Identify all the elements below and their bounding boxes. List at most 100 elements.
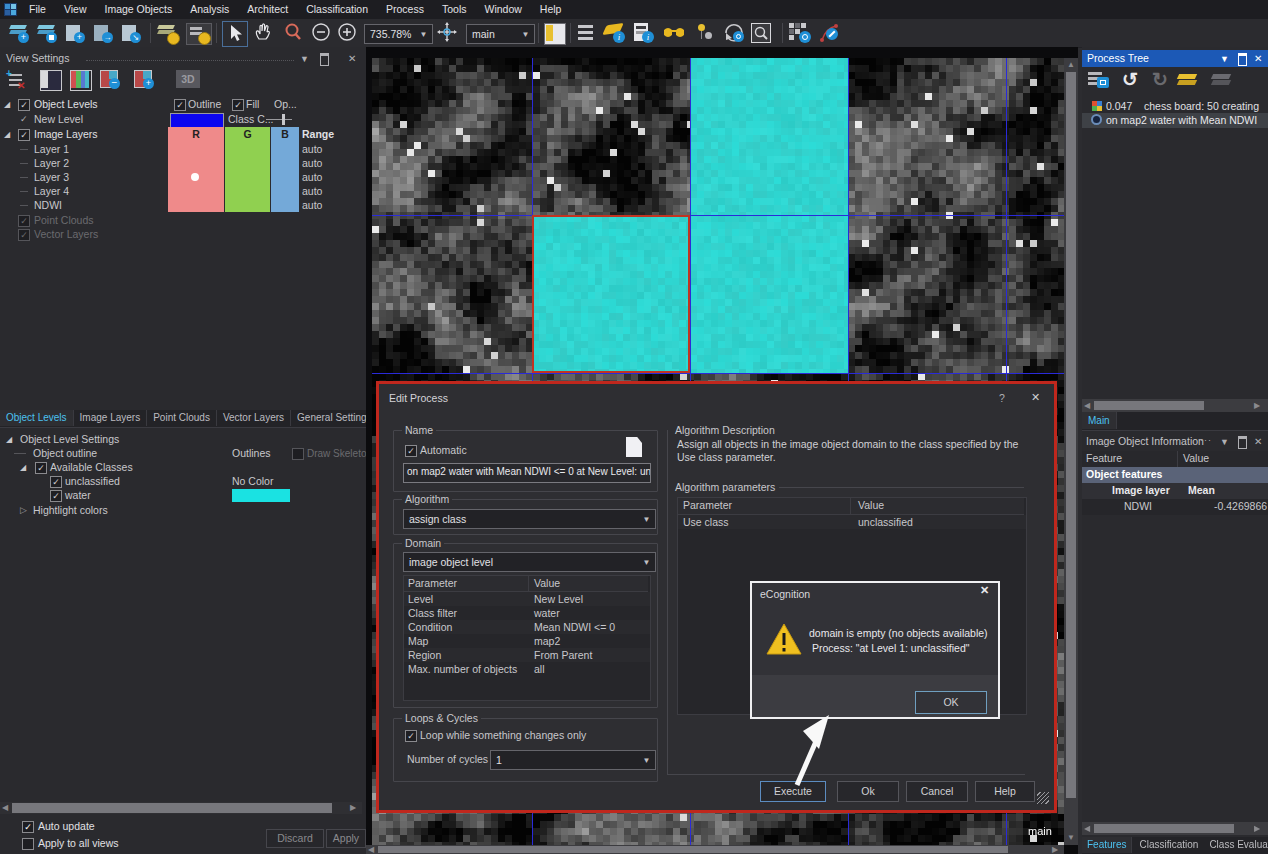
viewer-hscrollbar[interactable]: ◀ ▶ (366, 845, 1064, 854)
rgb-layer-view-icon[interactable] (70, 70, 92, 91)
more-options-icon[interactable]: ··· (1200, 435, 1212, 445)
zoom-in-icon[interactable] (336, 21, 360, 45)
tab-general-settings[interactable]: General Settings (291, 410, 366, 426)
viewer-vscrollbar[interactable]: ▲ ▼ (1064, 58, 1078, 845)
range-value[interactable]: auto (302, 142, 322, 157)
range-value[interactable]: auto (302, 184, 322, 199)
feature-group-row[interactable]: Object features (1082, 467, 1268, 483)
chevron-down-icon[interactable]: ▼ (639, 752, 654, 768)
object-levels-checkbox[interactable]: ✓ (18, 99, 30, 111)
class-legend-icon[interactable] (662, 22, 688, 44)
image-info-icon[interactable]: i (604, 22, 628, 44)
scroll-down-icon[interactable]: ▼ (1067, 833, 1075, 843)
tab-classification[interactable]: Classification (1132, 837, 1205, 853)
menu-file[interactable]: File (20, 0, 55, 19)
map-select-combo[interactable]: main ▼ (466, 24, 535, 44)
scroll-right-icon[interactable]: ▶ (350, 803, 356, 813)
apply-all-views-checkbox[interactable] (22, 838, 34, 850)
scroll-right-icon[interactable]: ▶ (1052, 845, 1058, 854)
range-value[interactable]: auto (302, 156, 322, 171)
domain-row[interactable]: Condition Mean NDWI <= 0 (404, 620, 650, 634)
level-panel-hscrollbar[interactable]: ◀ ▶ (0, 802, 362, 814)
value-column-header[interactable]: Value (1183, 452, 1209, 464)
b-cell[interactable] (271, 156, 299, 171)
window-layout-icon[interactable] (544, 23, 566, 45)
single-layer-view-icon[interactable] (40, 70, 62, 91)
open-workspace-icon[interactable]: → (92, 23, 114, 43)
scroll-left-icon[interactable]: ◀ (1084, 824, 1090, 834)
process-tree-hscrollbar[interactable]: ◀ ▶ (1082, 399, 1268, 412)
process-name-input[interactable]: on map2 water with Mean NDWI <= 0 at New… (403, 463, 651, 483)
cycles-dropdown[interactable]: 1 ▼ (490, 750, 656, 770)
chevron-down-icon[interactable]: ▼ (1220, 437, 1229, 447)
new-workspace-icon[interactable]: + (64, 23, 86, 43)
tree-label[interactable]: Object Level Settings (20, 432, 119, 447)
b-cell[interactable] (271, 184, 299, 199)
chevron-down-icon[interactable]: ▼ (300, 54, 309, 64)
samples-icon[interactable] (694, 22, 716, 44)
vector-layers-checkbox[interactable]: ✓ (18, 229, 30, 241)
auto-update-checkbox[interactable]: ✓ (22, 821, 34, 833)
param-row[interactable]: Use class unclassified (678, 515, 1026, 529)
pan-navigate-icon[interactable] (436, 21, 460, 45)
object-info-icon[interactable]: i (632, 22, 656, 44)
view-3d-button[interactable]: 3D (176, 70, 200, 88)
opacity-slider[interactable] (266, 119, 292, 120)
tree-label[interactable]: Object outline (33, 446, 97, 461)
domain-row[interactable]: Level New Level (404, 592, 650, 606)
point-clouds-checkbox[interactable]: ✓ (18, 215, 30, 227)
b-cell[interactable] (271, 198, 299, 212)
feature-column-header[interactable]: Feature (1086, 452, 1122, 464)
object-info-hscrollbar[interactable]: ◀ ▶ (1082, 822, 1268, 835)
feature-row[interactable]: NDWI -0.4269866 (1082, 499, 1268, 515)
cancel-button[interactable]: Cancel (906, 781, 968, 802)
pin-icon[interactable] (320, 53, 329, 68)
g-cell[interactable] (225, 198, 270, 212)
scroll-right-icon[interactable]: ▶ (1254, 401, 1260, 411)
menu-classification[interactable]: Classification (297, 0, 377, 19)
menu-process[interactable]: Process (377, 0, 433, 19)
domain-row[interactable]: Class filter water (404, 606, 650, 620)
tree-label[interactable]: unclassified (65, 474, 120, 489)
g-cell[interactable] (225, 170, 270, 185)
menu-architect[interactable]: Architect (238, 0, 297, 19)
add-layer-icon[interactable]: + (134, 70, 156, 89)
expander-icon[interactable]: ◢ (6, 432, 12, 447)
process-item[interactable]: 0.047 chess board: 50 creating (1082, 99, 1268, 114)
scroll-up-icon[interactable]: ▲ (1067, 60, 1075, 70)
chevron-down-icon[interactable]: ▼ (639, 554, 654, 570)
pin-icon[interactable] (1238, 53, 1247, 68)
active-layer-dot[interactable] (191, 173, 199, 181)
tab-main[interactable]: Main (1082, 412, 1117, 429)
pan-hand-icon[interactable] (252, 21, 276, 45)
layer-label[interactable]: Layer 3 (34, 170, 69, 185)
msgbox-close-icon[interactable]: ✕ (980, 584, 989, 597)
param-column-header[interactable]: Parameter (408, 577, 457, 589)
menu-help[interactable]: Help (531, 0, 571, 19)
process-lock-icon[interactable] (1087, 70, 1111, 91)
r-cell[interactable] (168, 156, 224, 171)
unclassified-checkbox[interactable]: ✓ (50, 476, 62, 488)
scroll-left-icon[interactable]: ◀ (368, 845, 374, 854)
vector-edit-icon[interactable] (818, 22, 842, 44)
close-icon[interactable]: ✕ (1254, 436, 1262, 447)
expander-icon[interactable]: ◢ (20, 460, 26, 475)
scroll-right-icon[interactable]: ▶ (1254, 824, 1260, 834)
image-object-info-titlebar[interactable]: Image Object Information ··· ▼ ✕ (1082, 433, 1268, 450)
tab-point-clouds[interactable]: Point Clouds (147, 410, 217, 426)
process-tree-titlebar[interactable]: Process Tree ▼ ✕ (1082, 50, 1268, 67)
pin-icon[interactable] (1238, 436, 1247, 451)
automatic-checkbox[interactable]: ✓ (405, 445, 417, 457)
document-icon[interactable] (626, 437, 642, 457)
range-value[interactable]: auto (302, 170, 322, 185)
domain-row[interactable]: Region From Parent (404, 648, 650, 662)
chevron-down-icon[interactable]: ▼ (639, 511, 654, 527)
r-cell[interactable] (168, 184, 224, 199)
close-icon[interactable]: ✕ (348, 53, 356, 64)
tree-label[interactable]: Available Classes (50, 460, 133, 475)
discard-button[interactable]: Discard (266, 829, 324, 848)
zoom-select-icon[interactable] (282, 21, 306, 45)
water-color-swatch[interactable] (232, 489, 290, 502)
resize-grip[interactable] (1037, 792, 1049, 804)
tree-label[interactable]: Image Layers (34, 127, 98, 142)
